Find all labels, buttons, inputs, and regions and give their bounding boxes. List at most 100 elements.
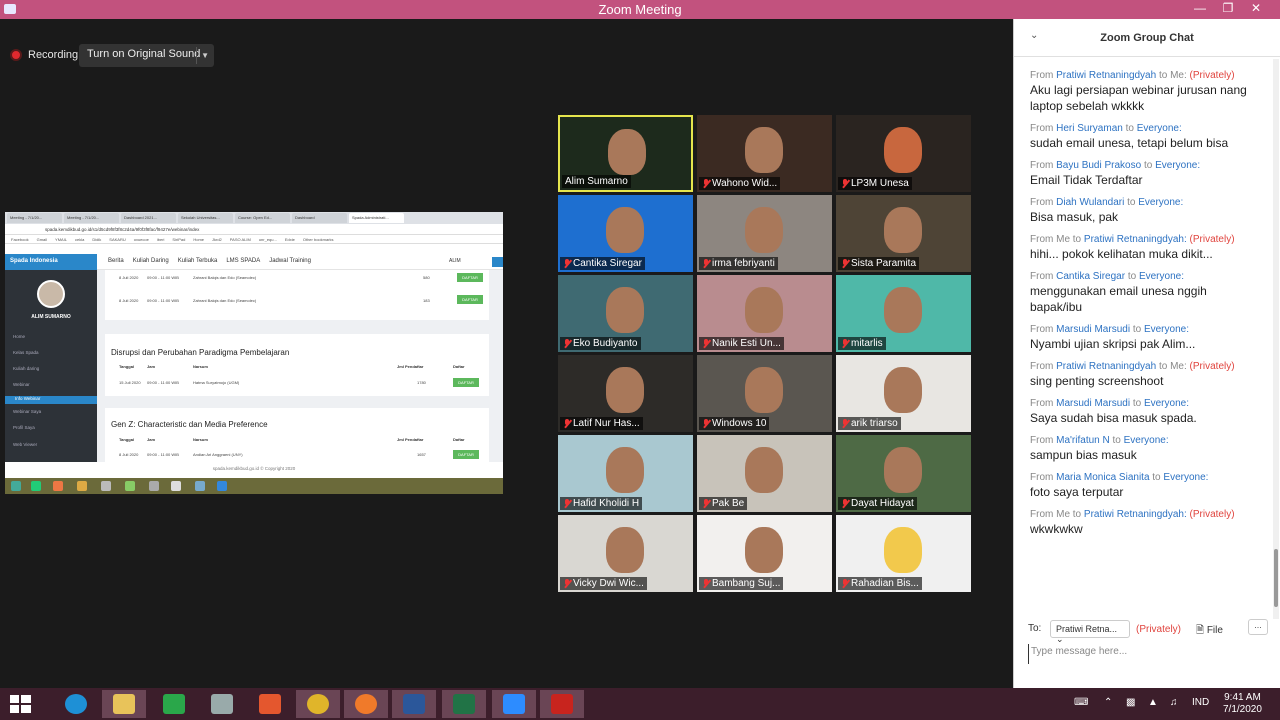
- up-arrow-icon[interactable]: ⌃: [1104, 697, 1112, 708]
- menu-item[interactable]: Webinar Saya: [13, 409, 41, 414]
- chat-scrollbar[interactable]: [1273, 59, 1279, 619]
- recording-indicator[interactable]: Recording: [10, 49, 78, 61]
- language-indicator[interactable]: IND: [1192, 697, 1209, 708]
- ie-taskbar-button[interactable]: [54, 690, 98, 718]
- message-sender[interactable]: Pratiwi Retnaningdyah:: [1084, 234, 1187, 245]
- app-taskbar-button[interactable]: [248, 690, 292, 718]
- keyboard-icon[interactable]: ⌨: [1074, 697, 1088, 708]
- browser-tab[interactable]: Dashboard: [292, 213, 347, 223]
- message-sender[interactable]: Heri Suryaman: [1056, 123, 1123, 134]
- bookmark[interactable]: Gmail: [37, 237, 47, 242]
- message-recipient[interactable]: Everyone:: [1137, 123, 1182, 134]
- start-button[interactable]: [0, 690, 44, 718]
- bookmark[interactable]: YMAIL: [55, 237, 67, 242]
- close-button[interactable]: ✕: [1242, 0, 1270, 19]
- menu-item[interactable]: Kuliah daring: [13, 366, 39, 371]
- excel-taskbar-button[interactable]: [442, 690, 486, 718]
- daftar-button[interactable]: DAFTAR: [457, 273, 483, 282]
- participant-tile[interactable]: Windows 10: [697, 355, 832, 432]
- store-taskbar-button[interactable]: [152, 690, 196, 718]
- browser-tab[interactable]: Meeting - 7/1/20...: [64, 213, 119, 223]
- bookmark[interactable]: cekla: [75, 237, 84, 242]
- browser-tab[interactable]: Meeting - 7/1/20...: [7, 213, 62, 223]
- minimize-button[interactable]: —: [1186, 0, 1214, 19]
- participant-tile[interactable]: Alim Sumarno: [558, 115, 693, 192]
- bookmark[interactable]: SiriPad: [172, 237, 185, 242]
- bookmark[interactable]: SAKARU: [109, 237, 125, 242]
- message-sender[interactable]: Diah Wulandari: [1056, 197, 1124, 208]
- browser-tab-active[interactable]: Spada Administrati...: [349, 213, 404, 223]
- original-sound-button[interactable]: Turn on Original Sound ▼: [79, 44, 214, 67]
- message-sender[interactable]: Bayu Budi Prakoso: [1056, 160, 1141, 171]
- nav-item[interactable]: Berita: [108, 258, 124, 264]
- nav-item[interactable]: LMS SPADA: [226, 258, 260, 264]
- menu-item[interactable]: Kelas Spada: [13, 350, 39, 355]
- word-taskbar-button[interactable]: [392, 690, 436, 718]
- address-bar[interactable]: spada.kemdikbud.go.id/s1/d5cd9f8f3f8c2d4…: [5, 224, 503, 235]
- app-taskbar-button[interactable]: [200, 690, 244, 718]
- browser-tab[interactable]: Course: Open Ed...: [235, 213, 290, 223]
- explorer-taskbar-button[interactable]: [102, 690, 146, 718]
- participant-tile[interactable]: Eko Budiyanto: [558, 275, 693, 352]
- browser-tab[interactable]: Sekolah Universitas...: [178, 213, 233, 223]
- volume-icon[interactable]: ♫: [1170, 697, 1178, 708]
- participant-tile[interactable]: Wahono Wid...: [697, 115, 832, 192]
- menu-item[interactable]: Profil Saya: [13, 425, 35, 430]
- chrome-taskbar-button[interactable]: [296, 690, 340, 718]
- bookmark[interactable]: oxuecoe: [134, 237, 149, 242]
- shared-screen[interactable]: Meeting - 7/1/20... Meeting - 7/1/20... …: [5, 212, 503, 494]
- scrollbar-thumb[interactable]: [1274, 549, 1278, 607]
- bookmark[interactable]: Didik: [92, 237, 101, 242]
- message-recipient[interactable]: Everyone:: [1138, 197, 1183, 208]
- participant-tile[interactable]: Nanik Esti Un...: [697, 275, 832, 352]
- spada-user[interactable]: ALIM: [449, 258, 461, 264]
- participant-tile[interactable]: mitarlis: [836, 275, 971, 352]
- bookmark[interactable]: Facebook: [11, 237, 29, 242]
- message-recipient[interactable]: Everyone:: [1139, 271, 1184, 282]
- battery-icon[interactable]: ▩: [1126, 697, 1135, 708]
- participant-tile[interactable]: Vicky Dwi Wic...: [558, 515, 693, 592]
- message-input[interactable]: Type message here...: [1028, 644, 1268, 664]
- message-sender[interactable]: Marsudi Marsudi: [1056, 398, 1130, 409]
- participant-tile[interactable]: Pak Be: [697, 435, 832, 512]
- participant-tile[interactable]: Hafid Kholidi H: [558, 435, 693, 512]
- bookmark[interactable]: Home: [193, 237, 204, 242]
- message-recipient[interactable]: Everyone:: [1144, 398, 1189, 409]
- participant-tile[interactable]: Sista Paramita: [836, 195, 971, 272]
- bookmark[interactable]: iberi: [157, 237, 165, 242]
- message-recipient[interactable]: Everyone:: [1144, 324, 1189, 335]
- firefox-taskbar-button[interactable]: [344, 690, 388, 718]
- daftar-button[interactable]: DAFTAR: [453, 378, 479, 387]
- daftar-button[interactable]: DAFTAR: [453, 450, 479, 459]
- browser-tab[interactable]: Dashboard 2021...: [121, 213, 176, 223]
- clock[interactable]: 9:41 AM 7/1/2020: [1223, 692, 1262, 716]
- restore-button[interactable]: ❐: [1214, 0, 1242, 19]
- nav-item[interactable]: Jadwal Training: [269, 258, 311, 264]
- daftar-button[interactable]: DAFTAR: [457, 295, 483, 304]
- menu-item[interactable]: Webinar: [13, 382, 30, 387]
- message-sender[interactable]: Maria Monica Sianita: [1056, 472, 1149, 483]
- participant-tile[interactable]: Dayat Hidayat: [836, 435, 971, 512]
- participant-tile[interactable]: Cantika Siregar: [558, 195, 693, 272]
- nav-item[interactable]: Kuliah Daring: [133, 258, 169, 264]
- chevron-down-icon[interactable]: ▼: [201, 51, 209, 60]
- participant-tile[interactable]: Bambang Suj...: [697, 515, 832, 592]
- bookmark[interactable]: Other bookmarks: [303, 237, 334, 242]
- network-icon[interactable]: ▲: [1148, 697, 1158, 708]
- message-sender[interactable]: Marsudi Marsudi: [1056, 324, 1130, 335]
- message-sender[interactable]: Cantika Siregar: [1056, 271, 1125, 282]
- message-sender[interactable]: Pratiwi Retnaningdyah:: [1084, 509, 1187, 520]
- bookmark[interactable]: unr_equ...: [259, 237, 277, 242]
- file-button[interactable]: 🗎 File: [1196, 623, 1223, 640]
- participant-tile[interactable]: Rahadian Bis...: [836, 515, 971, 592]
- participant-tile[interactable]: LP3M Unesa: [836, 115, 971, 192]
- bookmark[interactable]: Edxie: [285, 237, 295, 242]
- menu-item[interactable]: Web Viewer: [13, 442, 37, 447]
- search-icon[interactable]: [492, 257, 503, 267]
- menu-item[interactable]: Home: [13, 334, 25, 339]
- bookmark[interactable]: PASO ALIM: [230, 237, 251, 242]
- participant-tile[interactable]: Latif Nur Has...: [558, 355, 693, 432]
- more-button[interactable]: ...: [1248, 619, 1268, 635]
- menu-item-active[interactable]: Info Webinar: [5, 396, 97, 404]
- message-sender[interactable]: Pratiwi Retnaningdyah: [1056, 70, 1156, 81]
